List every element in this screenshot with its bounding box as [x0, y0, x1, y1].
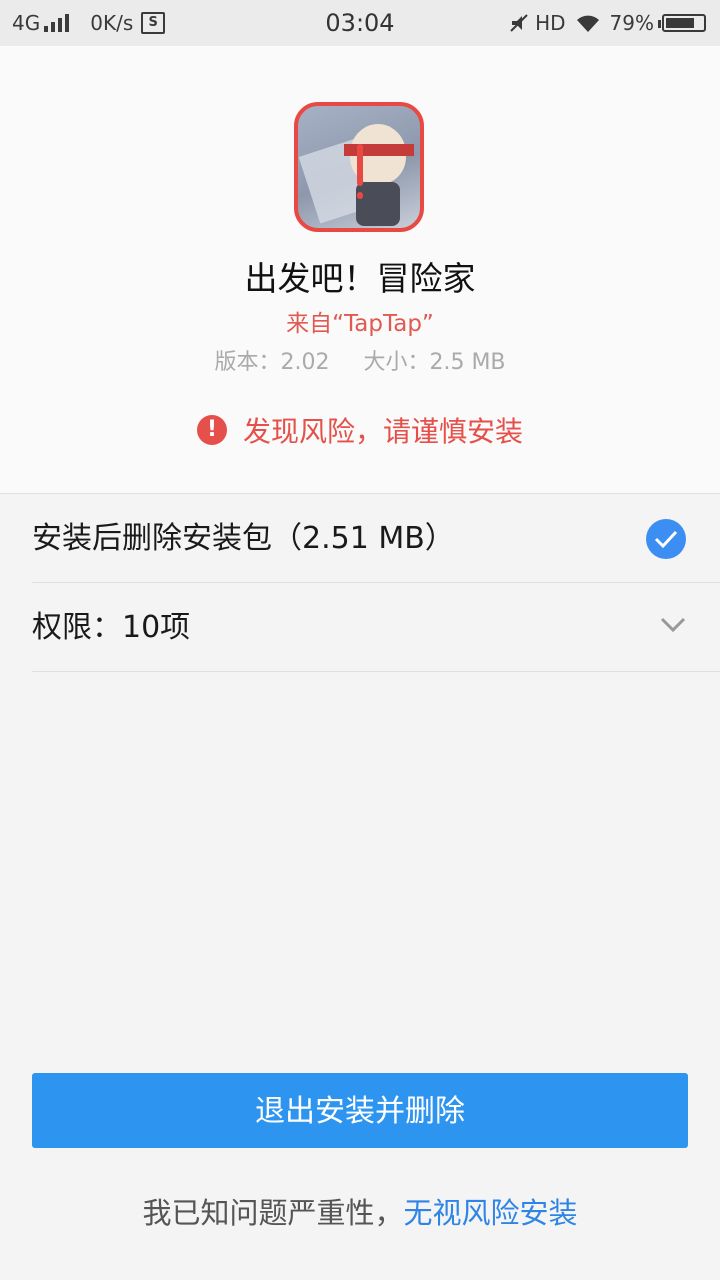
warning-mark-dot [357, 192, 363, 199]
app-version: 版本：2.02 [214, 350, 330, 375]
footer: 我已知问题严重性，无视风险安装 [0, 1190, 720, 1232]
app-name: 出发吧！冒险家 [244, 259, 476, 298]
app-info-card: 出发吧！冒险家 来自“TapTap” 版本：2.02 大小：2.5 MB ! 发现… [0, 46, 720, 494]
alert-icon: ! [196, 415, 227, 445]
battery-fill [666, 18, 695, 28]
battery-icon [658, 14, 706, 32]
wifi-icon [576, 15, 599, 32]
exit-and-delete-button[interactable]: 退出安装并删除 [32, 1073, 688, 1148]
risk-warning-text: 发现风险，请谨慎安装 [242, 415, 523, 448]
delete-package-label: 安装后删除安装包（2.51 MB） [32, 521, 455, 556]
risk-warning: ! 发现风险，请谨慎安装 [0, 410, 720, 450]
footer-text: 我已知问题严重性， [142, 1196, 404, 1230]
chevron-down-icon[interactable] [660, 616, 686, 634]
checkbox-checked-icon[interactable] [646, 519, 686, 559]
app-icon [294, 102, 424, 232]
ignore-risk-install-link[interactable]: 无视风险安装 [404, 1196, 578, 1230]
permissions-row[interactable]: 权限：10项 [32, 584, 720, 672]
hd-label: HD [535, 11, 566, 35]
warning-mark-icon [357, 144, 363, 186]
app-size: 大小：2.5 MB [363, 350, 506, 375]
app-icon-body [356, 182, 400, 226]
app-source: 来自“TapTap” [286, 311, 434, 337]
delete-package-option[interactable]: 安装后删除安装包（2.51 MB） [32, 495, 720, 583]
vibrate-mute-icon [510, 14, 528, 32]
battery-percent: 79% [609, 11, 654, 35]
app-meta: 版本：2.02 大小：2.5 MB [0, 344, 720, 376]
app-icon-headband [344, 144, 414, 156]
permissions-label: 权限：10项 [32, 610, 191, 645]
status-bar: 4G 0K/s S 03:04 HD 79% [0, 0, 720, 46]
status-right: HD 79% [509, 0, 706, 46]
